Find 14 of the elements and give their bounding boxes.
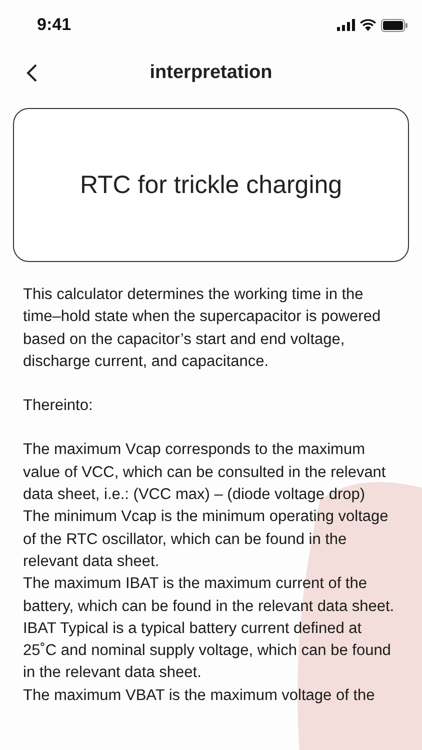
description-paragraph: The maximum Vcap corresponds to the maximum value of VCC, which can be consulted in the relevant data sheet, i.e.: (VCC max) – (diode voltage drop) [23, 440, 387, 506]
wifi-icon [360, 19, 376, 31]
back-icon [26, 63, 38, 83]
description-paragraph: The maximum VBAT is the maximum voltage of the [23, 686, 376, 706]
page-title: interpretation [150, 62, 272, 84]
section-label: Thereinto: [23, 396, 94, 416]
battery-icon [381, 18, 408, 32]
signal-icon [337, 19, 355, 31]
status-time: 9:41 [37, 15, 72, 35]
card-title: RTC for trickle charging [80, 170, 342, 200]
description-paragraph: The maximum IBAT is the maximum current of the battery, which can be found in the relevant data sheet. [23, 574, 396, 617]
description-paragraph: IBAT Typical is a typical battery current defined at 25˚C and nominal supply voltage, which can be found in the relevant data sheet. [23, 618, 392, 684]
description-paragraph: This calculator determines the working time in the time–hold state when the supercapacitor is powered based on the capacitor’s start and end voltage, discharge current, and capacitance. [23, 285, 382, 372]
description-paragraph: The minimum Vcap is the minimum operating voltage of the RTC oscillator, which can be found in the relevant data sheet. [23, 507, 390, 572]
